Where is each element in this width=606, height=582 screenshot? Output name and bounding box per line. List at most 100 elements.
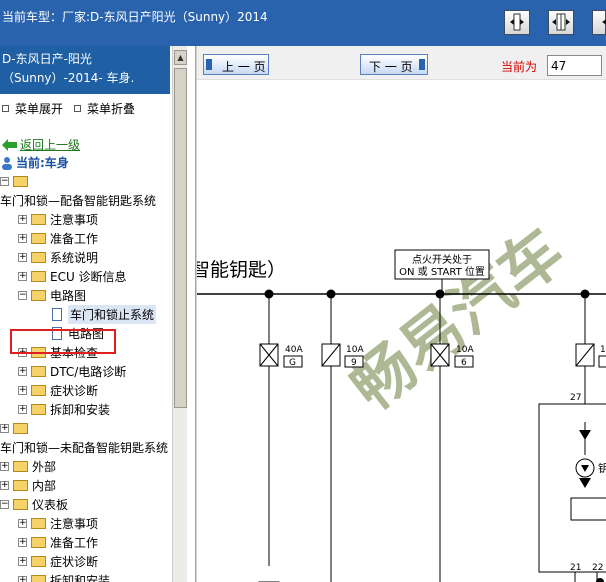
next-page-label: 下 一 页	[369, 60, 413, 74]
page-number-input[interactable]	[547, 55, 602, 76]
tree-item-label: 拆卸和安装	[50, 403, 111, 417]
tree-item[interactable]: + 内部	[0, 476, 56, 495]
plus-icon[interactable]: +	[0, 424, 9, 433]
tree-item[interactable]: + 注意事项	[18, 210, 98, 229]
tree-item-label: 车门和锁—未配备智能钥匙系统	[0, 441, 169, 455]
single-page-icon	[510, 13, 524, 31]
prev-marker-icon	[206, 59, 212, 70]
plus-icon[interactable]: +	[18, 367, 27, 376]
menu-expand-button[interactable]: 菜单展开	[2, 100, 63, 117]
back-link[interactable]: 返回上一级	[2, 135, 80, 154]
tree-item-label: 注意事项	[50, 213, 99, 227]
title-bar: 当前车型：厂家:D-东风日产阳光（Sunny）2014	[0, 0, 606, 46]
tree-item[interactable]: −	[0, 172, 32, 191]
pin-27: 27	[570, 393, 581, 403]
prev-page-label: 上 一 页	[222, 60, 266, 74]
tree-item[interactable]: − 电路图	[18, 286, 86, 305]
tree-item[interactable]: 车门和锁止系统	[52, 305, 157, 324]
tree-item[interactable]: + 拆卸和安装	[18, 571, 110, 582]
double-page-icon	[552, 13, 570, 31]
tree-item-label: DTC/电路诊断	[50, 365, 127, 379]
folder-icon	[31, 271, 46, 282]
tree-item-label: 车门和锁止系统	[68, 305, 157, 324]
prev-page-button[interactable]: 上 一 页	[203, 54, 269, 75]
folder-icon	[13, 176, 28, 187]
tree-item[interactable]: + DTC/电路诊断	[18, 362, 126, 381]
scroll-up-arrow-icon[interactable]: ▲	[174, 50, 187, 65]
tree-item-label: ECU 诊断信息	[50, 270, 127, 284]
folder-icon	[31, 366, 46, 377]
next-page-button[interactable]: 下 一 页	[360, 54, 428, 75]
folder-icon	[31, 233, 46, 244]
tree-group-label[interactable]: 车门和锁—未配备智能钥匙系统	[0, 438, 168, 457]
plus-icon[interactable]: +	[18, 405, 27, 414]
double-page-button[interactable]	[548, 10, 574, 35]
tree-item[interactable]: + 症状诊断	[18, 552, 98, 571]
pin-22: 22	[592, 563, 603, 573]
folder-icon	[31, 290, 46, 301]
tree-item-label: 准备工作	[50, 536, 99, 550]
component-char: 钥	[598, 461, 606, 475]
ignition-note-line1: 点火开关处于	[412, 253, 472, 266]
tree-item-label: 准备工作	[50, 232, 99, 246]
plus-icon[interactable]: +	[18, 215, 27, 224]
tree-item-label: 外部	[32, 460, 57, 474]
minus-icon[interactable]: −	[0, 500, 9, 509]
expand-button[interactable]	[592, 10, 606, 35]
watermark-text: 畅易汽车	[337, 214, 577, 424]
tree-item[interactable]: + 准备工作	[18, 229, 98, 248]
plus-icon[interactable]: +	[18, 557, 27, 566]
highlight-box	[10, 329, 116, 354]
current-node: 当前:车身	[0, 153, 69, 172]
plus-icon[interactable]: +	[18, 519, 27, 528]
expand-square-icon	[2, 105, 9, 112]
sidebar-scrollbar[interactable]: ▲	[172, 46, 187, 582]
tree-item-label: 内部	[32, 479, 57, 493]
tree-group-label[interactable]: 车门和锁—配备智能钥匙系统	[0, 191, 156, 210]
folder-icon	[31, 556, 46, 567]
tree-item[interactable]: − 仪表板	[0, 495, 68, 514]
svg-text:1: 1	[600, 345, 606, 355]
current-node-label: 当前:车身	[16, 156, 69, 170]
tree-item[interactable]: + ECU 诊断信息	[18, 267, 127, 286]
tree-item-label: 症状诊断	[50, 555, 99, 569]
sidebar-heading-line1: D-东风日产-阳光	[2, 52, 92, 66]
scroll-thumb[interactable]	[174, 68, 187, 408]
folder-icon	[31, 214, 46, 225]
tree-item[interactable]: + 系统说明	[18, 248, 98, 267]
plus-icon[interactable]: +	[18, 234, 27, 243]
tree-item[interactable]: +	[0, 419, 32, 438]
tree-item-label: 症状诊断	[50, 384, 99, 398]
main-content: 上 一 页 下 一 页 当前为 畅易汽车 智能钥匙） 点火开关处于 ON 或 S…	[197, 46, 606, 582]
tree-item[interactable]: + 拆卸和安装	[18, 400, 110, 419]
minus-icon[interactable]: −	[18, 291, 27, 300]
folder-icon	[31, 404, 46, 415]
tree-item[interactable]: + 准备工作	[18, 533, 98, 552]
plus-icon[interactable]: +	[0, 462, 9, 471]
plus-icon[interactable]: +	[18, 272, 27, 281]
tree-item-label: 车门和锁—配备智能钥匙系统	[0, 194, 157, 208]
single-page-button[interactable]	[504, 10, 530, 35]
minus-icon[interactable]: −	[0, 177, 9, 186]
tree-item[interactable]: + 症状诊断	[18, 381, 98, 400]
tree-item-label: 系统说明	[50, 251, 99, 265]
menu-expand-label: 菜单展开	[15, 102, 64, 116]
folder-icon	[13, 423, 28, 434]
ignition-note-line2: ON 或 START 位置	[399, 265, 485, 278]
menu-collapse-label: 菜单折叠	[87, 102, 136, 116]
plus-icon[interactable]: +	[18, 576, 27, 582]
next-marker-icon	[419, 59, 425, 70]
tree-item-label: 拆卸和安装	[50, 574, 111, 582]
plus-icon[interactable]: +	[0, 481, 9, 490]
tree-item[interactable]: + 外部	[0, 457, 56, 476]
plus-icon[interactable]: +	[18, 253, 27, 262]
menu-collapse-button[interactable]: 菜单折叠	[74, 100, 135, 117]
svg-text:40A: 40A	[285, 345, 303, 355]
tree-item[interactable]: + 注意事项	[18, 514, 98, 533]
plus-icon[interactable]: +	[18, 386, 27, 395]
plus-icon[interactable]: +	[18, 538, 27, 547]
fuse-40a: 40A G	[259, 343, 303, 368]
page-nav-bar: 上 一 页 下 一 页 当前为	[197, 46, 606, 80]
folder-icon	[31, 518, 46, 529]
svg-text:10A: 10A	[456, 345, 474, 355]
